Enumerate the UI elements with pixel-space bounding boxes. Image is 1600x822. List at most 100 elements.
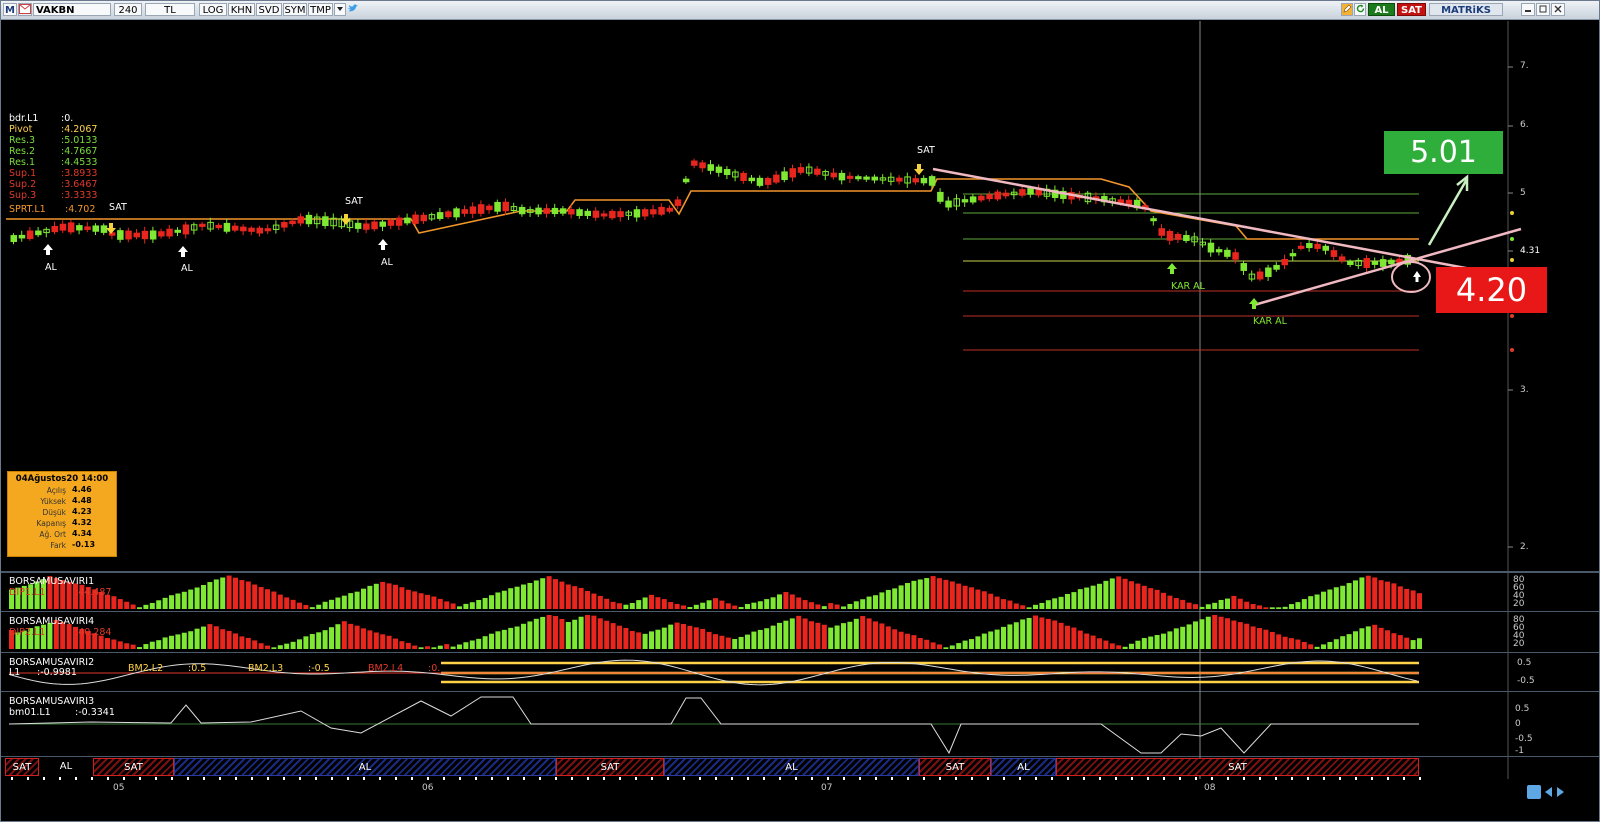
- indicator-bar: [585, 615, 590, 649]
- tmp-button[interactable]: TMP: [308, 3, 333, 16]
- panel1-sub: DIP1.L1: [9, 587, 46, 598]
- scroll-left-icon[interactable]: [1545, 787, 1552, 797]
- indicator-bar: [1404, 637, 1410, 649]
- indicator-bar: [233, 577, 238, 609]
- indicator-bar: [162, 597, 168, 609]
- refresh-icon[interactable]: [1354, 3, 1366, 16]
- pivot-name: Pivot: [9, 124, 33, 135]
- indicator-bar: [1084, 633, 1090, 649]
- date-axis-tick: [779, 777, 781, 780]
- candle-body: [994, 191, 1001, 200]
- indicator-bar: [623, 604, 629, 609]
- maximize-icon[interactable]: [1536, 3, 1550, 16]
- indicator-bar: [181, 591, 187, 609]
- candle-body: [1371, 261, 1379, 265]
- candle-body: [453, 208, 460, 218]
- indicator-bar: [943, 647, 949, 649]
- indicator-bar: [642, 597, 648, 609]
- indicator-bar: [130, 644, 136, 649]
- indicator-bar: [1250, 604, 1256, 609]
- indicator-bar: [322, 630, 328, 649]
- indicator-bar: [66, 624, 72, 649]
- minimize-icon[interactable]: [1521, 3, 1535, 16]
- indicator-bar: [1365, 575, 1371, 609]
- candle-body: [1363, 258, 1370, 268]
- indicator-bar: [930, 642, 936, 649]
- khn-button[interactable]: KHN: [228, 3, 255, 16]
- symbol-field[interactable]: VAKBN: [33, 3, 111, 16]
- date-axis-tick: [1051, 777, 1053, 780]
- indicator-bar: [898, 585, 904, 609]
- date-axis-tick: [955, 777, 957, 780]
- indicator-bar: [777, 594, 782, 609]
- svd-button[interactable]: SVD: [256, 3, 282, 16]
- date-axis-tick: [283, 777, 285, 780]
- edit-icon[interactable]: [1341, 3, 1353, 16]
- indicator-bar: [546, 576, 552, 609]
- indicator-bar: [1161, 633, 1166, 649]
- indicator-bar: [1090, 585, 1096, 609]
- twitter-icon[interactable]: [347, 3, 359, 16]
- indicator-bar: [1333, 639, 1339, 649]
- indicator-bar: [137, 647, 142, 649]
- date-axis-tick: [1371, 777, 1373, 780]
- price-chart[interactable]: [1, 20, 1599, 822]
- status-segment-sat: SAT: [93, 758, 174, 776]
- indicator-bar: [463, 642, 469, 649]
- indicator-bar: [1205, 604, 1211, 609]
- target-price-badge: 5.01: [1384, 131, 1503, 174]
- indicator-bar: [1378, 627, 1384, 649]
- indicator-bar: [988, 593, 994, 609]
- indicator-bar: [1391, 633, 1397, 649]
- date-axis-tick: [539, 777, 541, 780]
- indicator-bar: [1276, 634, 1282, 649]
- sync-icon[interactable]: [1527, 785, 1541, 799]
- sat-button[interactable]: SAT: [1397, 3, 1426, 16]
- status-segment-al: AL: [664, 758, 919, 776]
- indicator-bar: [885, 589, 891, 609]
- indicator-bar: [162, 637, 168, 649]
- al-button[interactable]: AL: [1368, 3, 1395, 16]
- indicator-bar: [226, 630, 232, 649]
- p4-tick: -1: [1515, 746, 1524, 756]
- period-field[interactable]: 240: [114, 3, 142, 16]
- indicator-bar: [239, 580, 245, 609]
- indicator-bar: [271, 591, 277, 609]
- toolbar: M VAKBN 240 TL LOG KHN SVD SYM TMP AL SA…: [1, 1, 1599, 20]
- indicator-bar: [194, 628, 200, 649]
- candle-body: [1183, 235, 1190, 242]
- candle-body: [10, 235, 17, 243]
- p2-tick: 20: [1513, 639, 1525, 649]
- candle-body: [1265, 267, 1272, 277]
- indicator-bar: [361, 588, 366, 609]
- status-segment-al: AL: [991, 758, 1056, 776]
- indicator-bar: [405, 589, 411, 609]
- indicator-bar: [1141, 585, 1147, 609]
- sym-button[interactable]: SYM: [283, 3, 307, 16]
- indicator-bar: [137, 607, 142, 609]
- date-axis-tick: [187, 777, 189, 780]
- chevron-down-icon[interactable]: [334, 3, 346, 16]
- candle-body: [354, 222, 362, 229]
- indicator-bar: [533, 618, 539, 649]
- date-axis-tick: [651, 777, 653, 780]
- date-axis-tick: [1131, 777, 1133, 780]
- log-button[interactable]: LOG: [199, 3, 227, 16]
- mail-icon[interactable]: [18, 3, 32, 16]
- indicator-bar: [1167, 631, 1173, 649]
- indicator-bar: [572, 619, 578, 649]
- date-axis-tick: [1163, 777, 1165, 780]
- scroll-right-icon[interactable]: [1557, 787, 1564, 797]
- indicator-bar: [1148, 636, 1154, 649]
- currency-field[interactable]: TL: [145, 3, 195, 16]
- indicator-bar: [1193, 604, 1198, 609]
- close-icon[interactable]: [1551, 3, 1565, 16]
- indicator-bar: [1129, 581, 1134, 609]
- candle-body: [1019, 189, 1026, 196]
- indicator-bar: [533, 580, 539, 609]
- candle-body: [518, 206, 526, 215]
- status-segment-sat: SAT: [919, 758, 991, 776]
- indicator-bar: [194, 587, 200, 609]
- candle-body: [986, 194, 993, 200]
- matriks-menu-button[interactable]: M: [3, 3, 17, 16]
